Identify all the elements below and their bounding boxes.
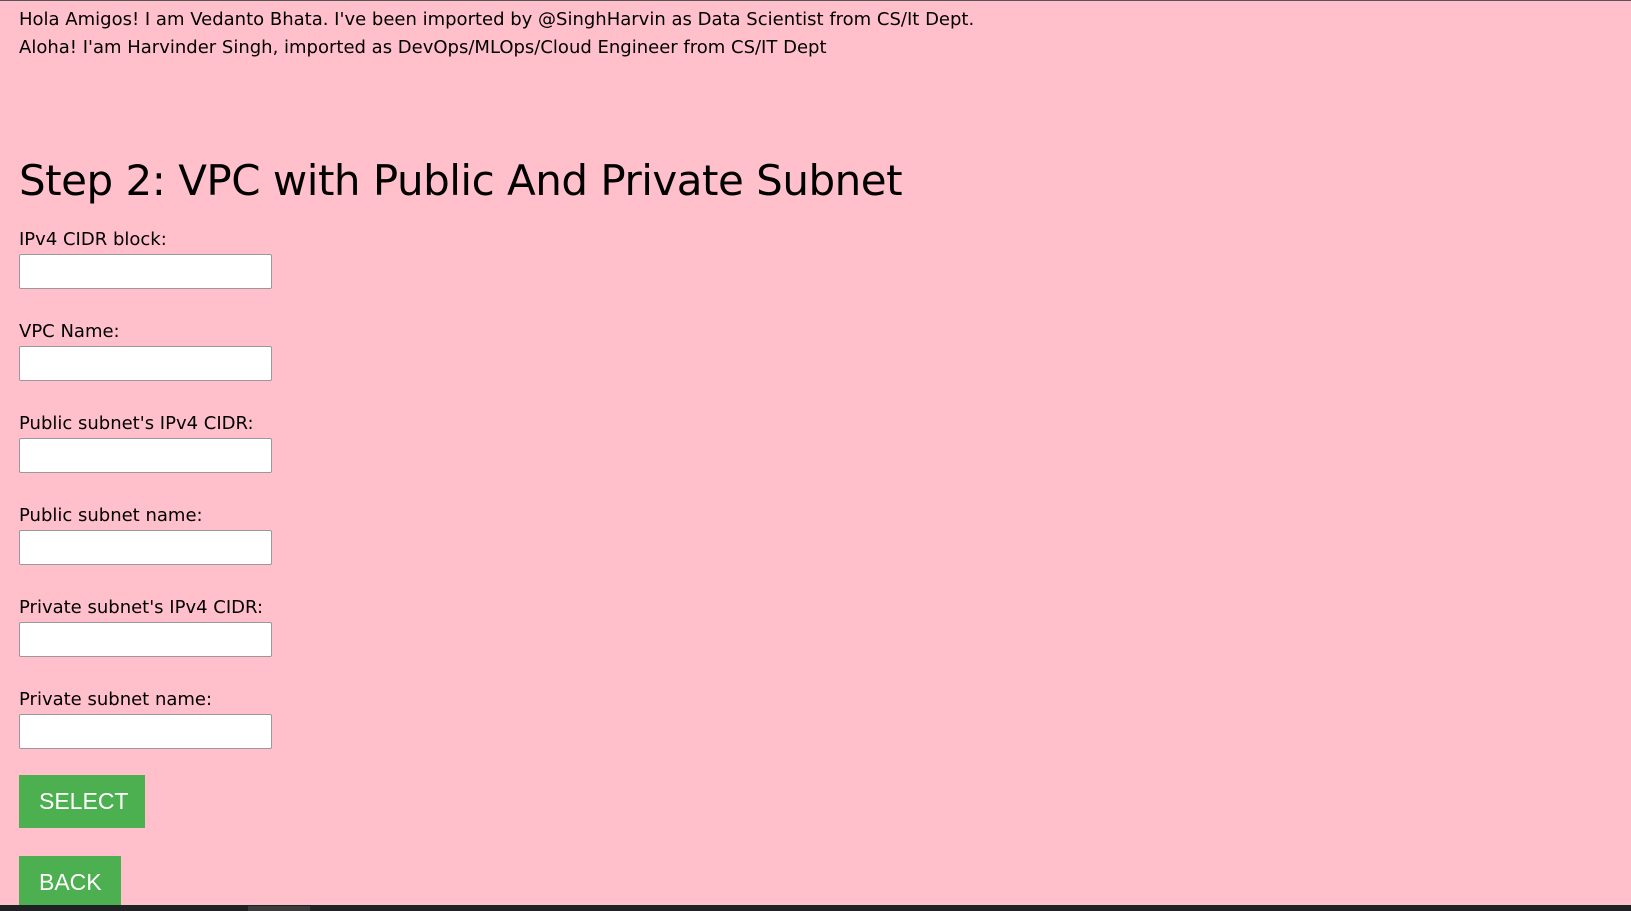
horizontal-scrollbar[interactable] — [0, 905, 1631, 911]
intro-text: Hola Amigos! I am Vedanto Bhata. I've be… — [19, 6, 974, 62]
private-subnet-cidr-input[interactable] — [19, 622, 272, 657]
ipv4-cidr-label: IPv4 CIDR block: — [19, 229, 167, 250]
intro-line-2: Aloha! I'am Harvinder Singh, imported as… — [19, 37, 827, 58]
private-subnet-name-field: Private subnet name: — [19, 688, 419, 780]
page-title: Step 2: VPC with Public And Private Subn… — [19, 156, 903, 205]
public-subnet-cidr-label: Public subnet's IPv4 CIDR: — [19, 413, 254, 434]
ipv4-cidr-input[interactable] — [19, 254, 272, 289]
ipv4-cidr-field: IPv4 CIDR block: — [19, 228, 419, 320]
public-subnet-name-field: Public subnet name: — [19, 504, 419, 596]
intro-line-1: Hola Amigos! I am Vedanto Bhata. I've be… — [19, 9, 975, 30]
vpc-name-input[interactable] — [19, 346, 272, 381]
select-button[interactable]: SELECT — [19, 775, 145, 828]
public-subnet-cidr-field: Public subnet's IPv4 CIDR: — [19, 412, 419, 504]
top-border — [0, 0, 1631, 1]
back-button[interactable]: BACK — [19, 856, 121, 909]
private-subnet-cidr-field: Private subnet's IPv4 CIDR: — [19, 596, 419, 688]
vpc-name-field: VPC Name: — [19, 320, 419, 412]
public-subnet-cidr-input[interactable] — [19, 438, 272, 473]
private-subnet-cidr-label: Private subnet's IPv4 CIDR: — [19, 597, 264, 618]
public-subnet-name-label: Public subnet name: — [19, 505, 203, 526]
vpc-name-label: VPC Name: — [19, 321, 120, 342]
vpc-form: IPv4 CIDR block: VPC Name: Public subnet… — [19, 228, 419, 780]
scrollbar-thumb[interactable] — [248, 906, 310, 911]
private-subnet-name-label: Private subnet name: — [19, 689, 213, 710]
public-subnet-name-input[interactable] — [19, 530, 272, 565]
private-subnet-name-input[interactable] — [19, 714, 272, 749]
